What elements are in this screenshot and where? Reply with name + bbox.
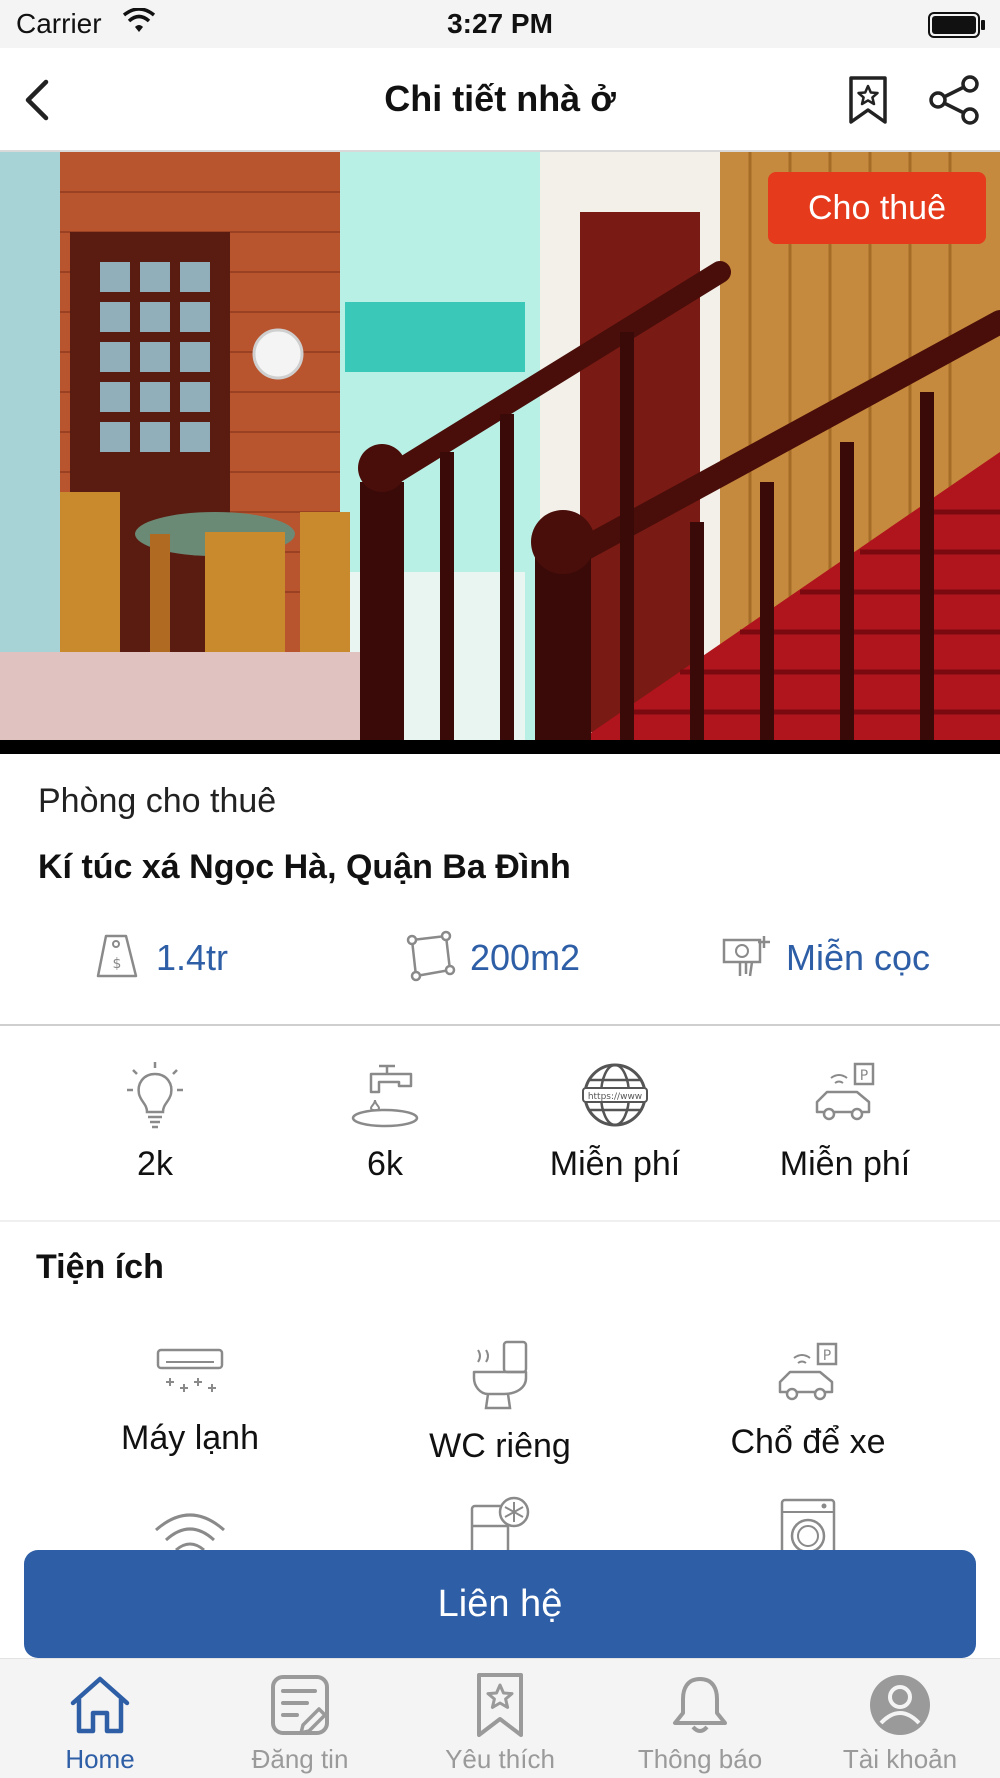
deposit-value: Miễn cọc bbox=[786, 937, 931, 978]
internet-globe-icon: https://www bbox=[500, 1060, 730, 1135]
air-conditioner-icon bbox=[40, 1340, 340, 1409]
parking-icon: P bbox=[730, 1060, 960, 1135]
parking-cost: P Miễn phí bbox=[730, 1060, 960, 1190]
account-icon bbox=[800, 1673, 1000, 1742]
listing-status-badge: Cho thuê bbox=[768, 172, 986, 244]
electricity-cost: 2k bbox=[40, 1060, 270, 1190]
contact-button[interactable]: Liên hệ bbox=[24, 1550, 976, 1658]
internet-value: Miễn phí bbox=[549, 1145, 681, 1183]
water-tap-icon bbox=[270, 1060, 500, 1135]
nav-bar: Chi tiết nhà ở bbox=[0, 48, 1000, 152]
internet-cost: https://www Miễn phí bbox=[500, 1060, 730, 1190]
photo-bottom-bar bbox=[0, 740, 1000, 754]
amenity-parking: P Chổ để xe bbox=[658, 1340, 958, 1462]
water-value: 6k bbox=[367, 1145, 403, 1183]
tab-label: Home bbox=[65, 1744, 135, 1774]
status-time: 3:27 PM bbox=[447, 8, 553, 39]
tab-favorites[interactable]: Yêu thích bbox=[400, 1659, 600, 1778]
status-bar: Carrier 3:27 PM bbox=[0, 0, 1000, 48]
deposit-stat: Miễn cọc bbox=[720, 930, 930, 986]
section-divider bbox=[0, 1220, 1000, 1222]
lightbulb-icon bbox=[40, 1060, 270, 1135]
electricity-value: 2k bbox=[137, 1145, 173, 1183]
tab-post-listing[interactable]: Đăng tin bbox=[200, 1659, 400, 1778]
bookmark-star-icon[interactable] bbox=[842, 74, 894, 126]
amenity-label: Máy lạnh bbox=[121, 1419, 259, 1457]
bell-icon bbox=[600, 1673, 800, 1742]
section-divider bbox=[0, 1024, 1000, 1026]
svg-text:https://www: https://www bbox=[588, 1092, 642, 1102]
area-stat: 200m2 bbox=[404, 930, 580, 986]
post-listing-icon bbox=[200, 1673, 400, 1742]
tab-label: Thông báo bbox=[637, 1744, 763, 1774]
price-value: 1.4tr bbox=[156, 937, 229, 978]
tab-label: Yêu thích bbox=[445, 1744, 555, 1774]
favorite-bookmark-icon bbox=[400, 1673, 600, 1742]
listing-stats: $ 1.4tr 200m2 Miễn cọc bbox=[0, 930, 1000, 986]
amenity-toilet: WC riêng bbox=[350, 1340, 650, 1466]
price-tag-icon: $ bbox=[92, 930, 142, 987]
price-stat: $ 1.4tr bbox=[92, 930, 228, 986]
svg-text:P: P bbox=[823, 1348, 831, 1364]
amenity-air-conditioner: Máy lạnh bbox=[40, 1340, 340, 1458]
parking-value: Miễn phí bbox=[779, 1145, 911, 1183]
water-cost: 6k bbox=[270, 1060, 500, 1190]
listing-photo[interactable]: Cho thuê bbox=[0, 152, 1000, 754]
toilet-icon bbox=[350, 1340, 650, 1417]
svg-text:$: $ bbox=[113, 956, 122, 972]
svg-text:P: P bbox=[860, 1068, 868, 1084]
amenity-label: Chổ để xe bbox=[730, 1423, 886, 1461]
deposit-money-icon bbox=[720, 930, 772, 987]
tab-label: Đăng tin bbox=[251, 1744, 349, 1774]
listing-address: Kí túc xá Ngọc Hà, Quận Ba Đình bbox=[38, 848, 571, 886]
tab-account[interactable]: Tài khoản bbox=[800, 1659, 1000, 1778]
tab-notifications[interactable]: Thông báo bbox=[600, 1659, 800, 1778]
amenities-title: Tiện ích bbox=[36, 1248, 164, 1286]
tab-bar: Home Đăng tin Yêu thích Thông báo Tài kh… bbox=[0, 1658, 1000, 1778]
battery-icon bbox=[928, 12, 986, 43]
amenity-label: WC riêng bbox=[429, 1427, 571, 1465]
tab-label: Tài khoản bbox=[842, 1744, 958, 1774]
area-polygon-icon bbox=[404, 930, 456, 987]
parking-icon: P bbox=[658, 1340, 958, 1413]
tab-home[interactable]: Home bbox=[0, 1659, 200, 1778]
listing-type: Phòng cho thuê bbox=[38, 782, 277, 820]
share-icon[interactable] bbox=[926, 74, 982, 126]
home-icon bbox=[0, 1673, 200, 1742]
area-value: 200m2 bbox=[470, 937, 581, 978]
